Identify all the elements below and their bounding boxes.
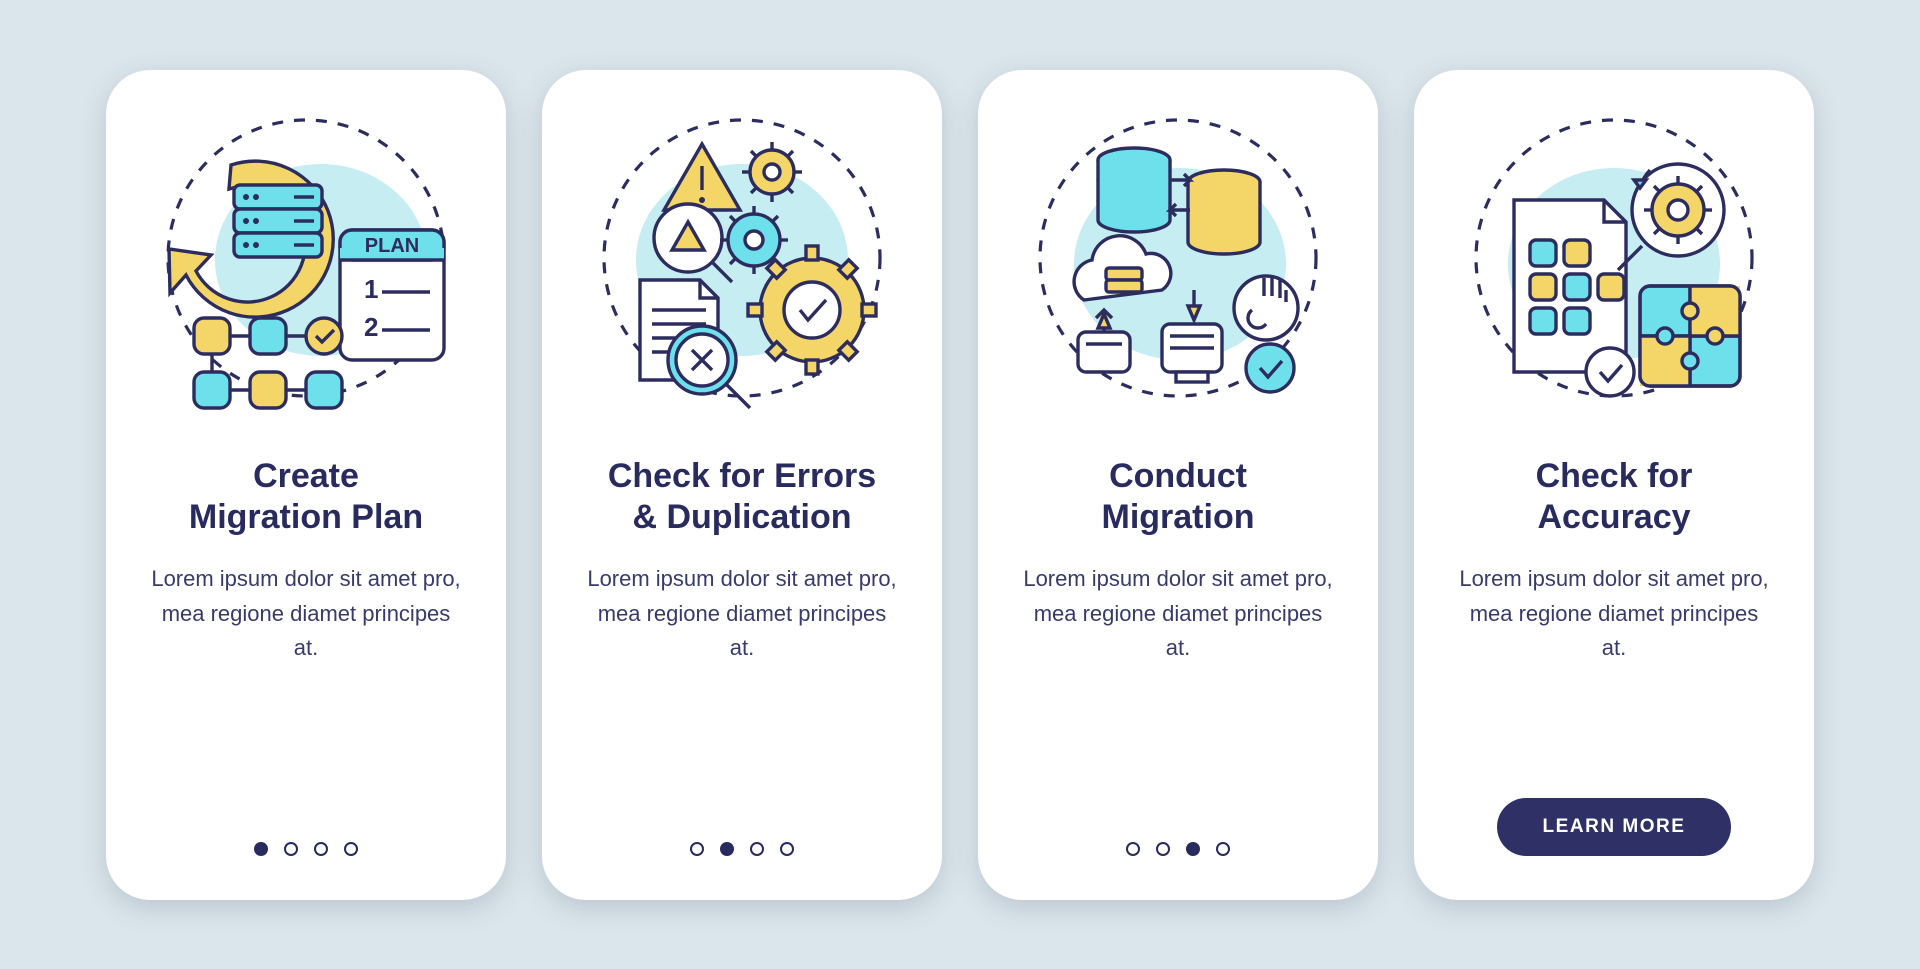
- card-title: Create Migration Plan: [189, 456, 423, 539]
- card-title: Check for Accuracy: [1536, 456, 1693, 539]
- page-dot-1[interactable]: [1126, 842, 1140, 856]
- page-dot-4[interactable]: [780, 842, 794, 856]
- page-dots: [690, 842, 794, 856]
- card-check-errors: Check for Errors & Duplication Lorem ips…: [542, 70, 942, 900]
- page-dot-4[interactable]: [344, 842, 358, 856]
- onboarding-carousel: PLAN 1 2: [106, 70, 1814, 900]
- svg-text:2: 2: [364, 312, 378, 342]
- page-dot-3[interactable]: [314, 842, 328, 856]
- page-dot-4[interactable]: [1216, 842, 1230, 856]
- plan-label: PLAN: [365, 235, 419, 257]
- page-dot-3[interactable]: [750, 842, 764, 856]
- card-title: Conduct Migration: [1102, 456, 1255, 539]
- page-dots: [254, 842, 358, 856]
- card-title: Check for Errors & Duplication: [608, 456, 876, 539]
- card-description: Lorem ipsum dolor sit amet pro, mea regi…: [578, 562, 906, 664]
- card-description: Lorem ipsum dolor sit amet pro, mea regi…: [1014, 562, 1342, 664]
- page-dot-1[interactable]: [254, 842, 268, 856]
- page-dot-3[interactable]: [1186, 842, 1200, 856]
- card-check-accuracy: Check for Accuracy Lorem ipsum dolor sit…: [1414, 70, 1814, 900]
- check-accuracy-icon: [1454, 110, 1774, 430]
- conduct-migration-icon: [1018, 110, 1338, 430]
- create-migration-plan-icon: PLAN 1 2: [146, 110, 466, 430]
- page-dots: [1126, 842, 1230, 856]
- card-create-migration-plan: PLAN 1 2: [106, 70, 506, 900]
- page-dot-2[interactable]: [1156, 842, 1170, 856]
- svg-text:1: 1: [364, 274, 378, 304]
- page-dot-2[interactable]: [720, 842, 734, 856]
- card-description: Lorem ipsum dolor sit amet pro, mea regi…: [142, 562, 470, 664]
- learn-more-button[interactable]: LEARN MORE: [1497, 798, 1732, 856]
- page-dot-1[interactable]: [690, 842, 704, 856]
- card-description: Lorem ipsum dolor sit amet pro, mea regi…: [1450, 562, 1778, 664]
- check-errors-duplication-icon: [582, 110, 902, 430]
- card-conduct-migration: Conduct Migration Lorem ipsum dolor sit …: [978, 70, 1378, 900]
- page-dot-2[interactable]: [284, 842, 298, 856]
